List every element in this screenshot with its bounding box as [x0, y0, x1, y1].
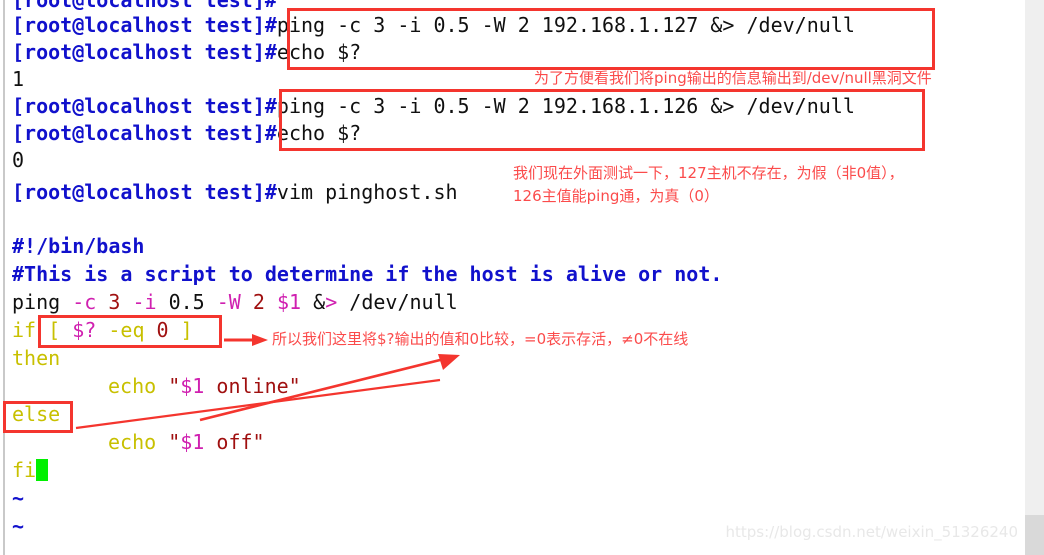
- script-line-comment: #This is a script to determine if the ho…: [12, 260, 722, 288]
- shell-prompt: [root@localhost test]#: [12, 180, 277, 204]
- window-left-border: [3, 0, 5, 555]
- exit-status-value: 1: [12, 67, 25, 91]
- ping-opt-c: -c: [72, 290, 97, 314]
- ping-opt-i: -i: [132, 290, 157, 314]
- vim-empty-line-marker-1: ~: [12, 484, 24, 512]
- script-comment-text: #This is a script to determine if the ho…: [12, 262, 723, 286]
- terminal-output-1: 1: [12, 65, 24, 93]
- script-line-fi: fi: [12, 456, 49, 484]
- highlight-box-ping-127: [287, 8, 935, 70]
- shell-prompt: [root@localhost test]#: [12, 94, 277, 118]
- annotation-hosts-line2: 126主值能ping通，为真（0）: [513, 187, 719, 205]
- echo-keyword: echo: [108, 374, 157, 398]
- ping-keyword: ping: [12, 290, 61, 314]
- echo-variable: $1: [180, 374, 205, 398]
- devnull-path: /dev/null: [349, 290, 458, 314]
- right-gutter-scroll-thumb[interactable]: [1025, 515, 1044, 555]
- terminal-output-0: 0: [12, 146, 24, 174]
- annotation-hosts-line1: 我们现在外面测试一下，127主机不存在，为假（非0值），: [513, 164, 904, 182]
- echo-variable: $1: [180, 430, 205, 454]
- tilde-icon: ~: [12, 486, 25, 510]
- echo-keyword: echo: [108, 430, 157, 454]
- ping-count-value: 3: [108, 290, 121, 314]
- highlight-box-else: [3, 401, 73, 433]
- shell-prompt: [root@localhost test]#: [12, 40, 277, 64]
- shell-prompt: [root@localhost test]#: [12, 13, 277, 37]
- exit-status-value: 0: [12, 148, 25, 172]
- redirect-amp: &: [313, 290, 326, 314]
- shebang-text: #!/bin/bash: [12, 234, 145, 258]
- echo-online-text: online: [204, 374, 289, 398]
- annotation-compare: 所以我们这里将$?输出的值和0比较，=0表示存活，≠0不在线: [272, 330, 689, 348]
- redirect-gt: >: [325, 290, 338, 314]
- ping-interval-value: 0.5: [168, 290, 205, 314]
- script-line-then: then: [12, 344, 60, 372]
- ping-arg-variable: $1: [277, 290, 302, 314]
- ping-opt-w: -W: [216, 290, 241, 314]
- fi-keyword: fi: [12, 458, 37, 482]
- highlight-box-ping-126: [279, 89, 925, 151]
- quote-open: ": [168, 430, 181, 454]
- then-keyword: then: [12, 346, 61, 370]
- right-gutter: [1025, 0, 1044, 555]
- quote-open: ": [168, 374, 181, 398]
- vim-empty-line-marker-2: ~: [12, 512, 24, 540]
- text-cursor[interactable]: [36, 459, 49, 481]
- ping-timeout-value: 2: [252, 290, 265, 314]
- script-line-ping: ping -c 3 -i 0.5 -W 2 $1 &> /dev/null: [12, 288, 458, 316]
- terminal-line-vim: [root@localhost test]#vim pinghost.sh: [12, 178, 458, 206]
- echo-off-text: off: [204, 430, 253, 454]
- annotation-devnull: 为了方便看我们将ping输出的信息输出到/dev/null黑洞文件: [534, 69, 932, 87]
- shell-command: vim pinghost.sh: [276, 180, 458, 204]
- shell-prompt: [root@localhost test]#: [12, 121, 277, 145]
- highlight-box-if-condition: [38, 315, 222, 348]
- script-line-shebang: #!/bin/bash: [12, 232, 144, 260]
- tilde-icon: ~: [12, 514, 25, 538]
- quote-close: ": [252, 430, 265, 454]
- script-line-echo-online: echo "$1 online": [12, 372, 301, 400]
- if-keyword: if: [12, 318, 37, 342]
- terminal-screenshot: [root@localhost test]# [root@localhost t…: [0, 0, 1044, 555]
- quote-close: ": [288, 374, 301, 398]
- watermark: https://blog.csdn.net/weixin_51326240: [725, 523, 1018, 541]
